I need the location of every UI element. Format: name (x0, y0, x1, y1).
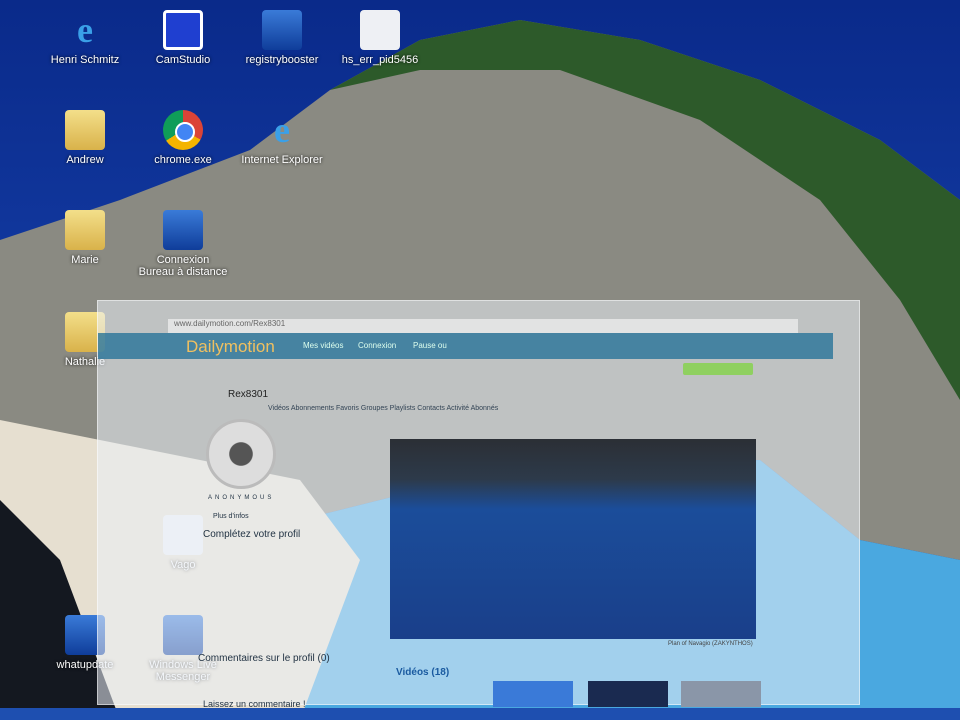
nav-link[interactable]: Pause ou (413, 341, 447, 350)
video-caption: Plan of Navagio (ZAKYNTHOS) (668, 641, 753, 647)
folder-icon (65, 210, 105, 250)
nav-link[interactable]: Mes vidéos (303, 341, 343, 350)
cam-icon (163, 10, 203, 50)
desktop-icon[interactable]: Andrew (40, 110, 130, 166)
username[interactable]: Rex8301 (228, 389, 268, 400)
desktop-icon[interactable]: hs_err_pid5456 (335, 10, 425, 66)
profile-tabs[interactable]: Vidéos Abonnements Favoris Groupes Playl… (268, 405, 498, 412)
file-icon (360, 10, 400, 50)
desktop-icon[interactable]: e Internet Explorer (237, 110, 327, 166)
taskbar (0, 708, 960, 720)
avatar-caption: ANONYMOUS (208, 495, 275, 501)
address-bar[interactable]: www.dailymotion.com/Rex8301 (168, 319, 798, 333)
video-thumbnail[interactable] (588, 681, 668, 707)
desktop-icon[interactable]: Connexion Bureau à distance (138, 210, 228, 278)
desktop-icon-label: Andrew (66, 154, 104, 166)
video-player[interactable] (390, 439, 756, 639)
dailymotion-logo[interactable]: Dailymotion (186, 337, 275, 357)
profile-comments-heading: Commentaires sur le profil (0) (198, 653, 330, 664)
desktop-icon-label: CamStudio (155, 54, 211, 66)
desktop-icon[interactable]: registrybooster (237, 10, 327, 66)
upload-button[interactable] (683, 363, 753, 375)
video-thumbnail[interactable] (681, 681, 761, 707)
desktop-icon-label: Henri Schmitz (50, 54, 120, 66)
desktop-icon-label: registrybooster (245, 54, 319, 66)
complete-profile-heading: Complétez votre profil (203, 529, 301, 540)
desktop-icon[interactable]: Marie (40, 210, 130, 266)
nav-link[interactable]: Connexion (358, 341, 396, 350)
video-thumbnail[interactable] (493, 681, 573, 707)
desktop-icon[interactable]: chrome.exe (138, 110, 228, 166)
folder-icon (65, 110, 105, 150)
more-info-link[interactable]: Plus d'infos (213, 513, 249, 520)
browser-window[interactable]: www.dailymotion.com/Rex8301 Dailymotion … (97, 300, 860, 709)
site-header: Dailymotion Mes vidéos Connexion Pause o… (98, 333, 833, 359)
desktop-icon-label: chrome.exe (154, 154, 212, 166)
chrome-icon (163, 110, 203, 150)
ie-icon: e (274, 110, 290, 150)
desktop-icon-label: Connexion Bureau à distance (138, 254, 228, 278)
videos-heading: Vidéos (18) (396, 667, 450, 678)
blue-icon (262, 10, 302, 50)
desktop-icon[interactable]: e Henri Schmitz (40, 10, 130, 66)
desktop-icon-label: hs_err_pid5456 (341, 54, 419, 66)
blue-icon (163, 210, 203, 250)
desktop-icon-label: Internet Explorer (241, 154, 323, 166)
desktop-icon-label: Marie (71, 254, 99, 266)
desktop-icon[interactable]: CamStudio (138, 10, 228, 66)
profile-avatar (206, 419, 276, 489)
ie-icon: e (77, 10, 93, 50)
